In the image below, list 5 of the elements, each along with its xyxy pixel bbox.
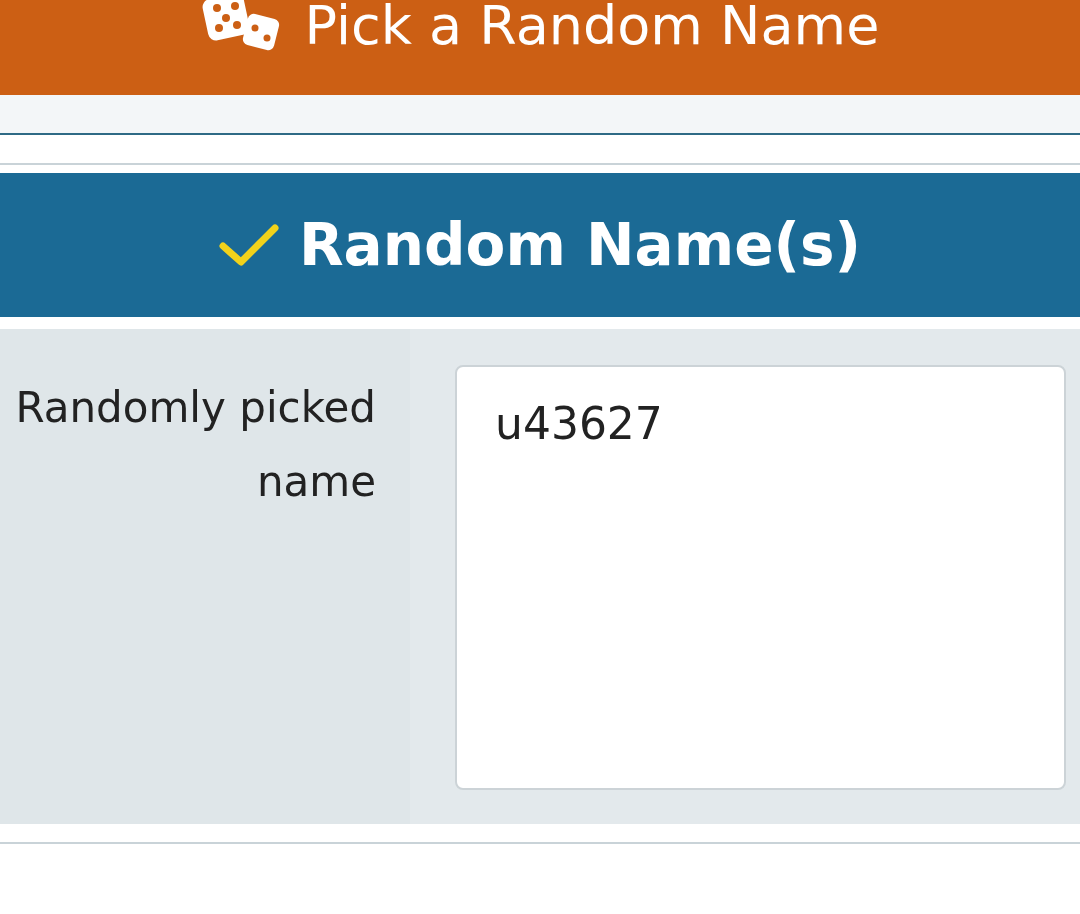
section-title: Random Name(s): [298, 209, 862, 281]
result-text-area[interactable]: u43627: [455, 365, 1066, 790]
check-icon: [218, 222, 279, 268]
page-title: Pick a Random Name: [304, 0, 880, 59]
field-label: Randomly picked name: [14, 382, 376, 508]
